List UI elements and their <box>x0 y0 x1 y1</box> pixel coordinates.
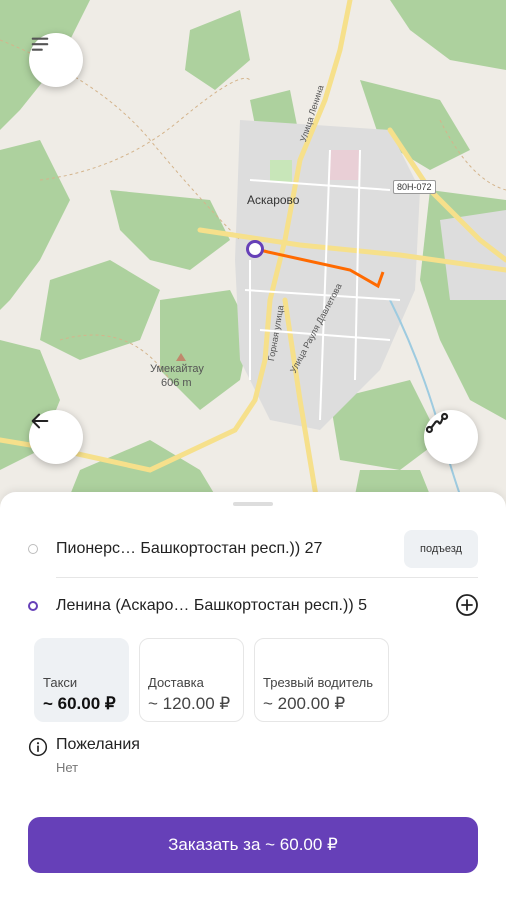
back-button[interactable] <box>29 410 83 464</box>
map-view[interactable]: Аскарово 80Н-072 Умекайтау 606 m Улица Л… <box>0 0 506 520</box>
destination-address-row[interactable]: Ленина (Аскаро… Башкортостан респ.)) 5 <box>28 597 478 615</box>
tariff-price: ~ 120.00 ₽ <box>148 694 231 713</box>
tariff-name: Трезвый водитель <box>263 675 373 690</box>
order-button[interactable]: Заказать за ~ 60.00 ₽ <box>28 817 478 873</box>
menu-icon <box>31 37 49 51</box>
pickup-address: Пионерс… Башкортостан респ.)) 27 <box>56 540 323 557</box>
tariff-price: ~ 60.00 ₽ <box>43 694 116 713</box>
tariff-name: Такси <box>43 675 78 690</box>
entrance-button[interactable]: подъезд <box>404 530 478 568</box>
wishes-title: Пожелания <box>56 736 140 753</box>
plus-circle-icon <box>456 594 478 616</box>
tariff-delivery[interactable]: Доставка ~ 120.00 ₽ <box>139 638 244 722</box>
arrow-left-icon <box>31 413 49 429</box>
tariff-price: ~ 200.00 ₽ <box>263 694 346 713</box>
wishes-value: Нет <box>56 760 79 775</box>
sheet-drag-handle[interactable] <box>233 502 273 506</box>
route-icon <box>425 412 449 434</box>
info-icon <box>28 737 48 757</box>
mountain-label: Умекайтау <box>150 363 204 375</box>
mountain-elevation: 606 m <box>161 377 192 389</box>
tariff-sober-driver[interactable]: Трезвый водитель ~ 200.00 ₽ <box>254 638 389 722</box>
address-divider <box>56 577 478 578</box>
start-marker <box>246 240 264 258</box>
road-number-badge: 80Н-072 <box>393 180 436 194</box>
destination-address: Ленина (Аскаро… Башкортостан респ.)) 5 <box>56 597 367 614</box>
destination-dot <box>28 601 38 611</box>
tariff-taxi[interactable]: Такси ~ 60.00 ₽ <box>34 638 129 722</box>
order-sheet: Пионерс… Башкортостан респ.)) 27 подъезд… <box>0 492 506 900</box>
tariff-name: Доставка <box>148 675 204 690</box>
route-button[interactable] <box>424 410 478 464</box>
wishes-row[interactable]: Пожелания Нет <box>28 736 140 775</box>
town-label: Аскарово <box>247 193 300 207</box>
add-stop-button[interactable] <box>455 593 479 617</box>
pickup-dot <box>28 544 38 554</box>
menu-button[interactable] <box>29 33 83 87</box>
